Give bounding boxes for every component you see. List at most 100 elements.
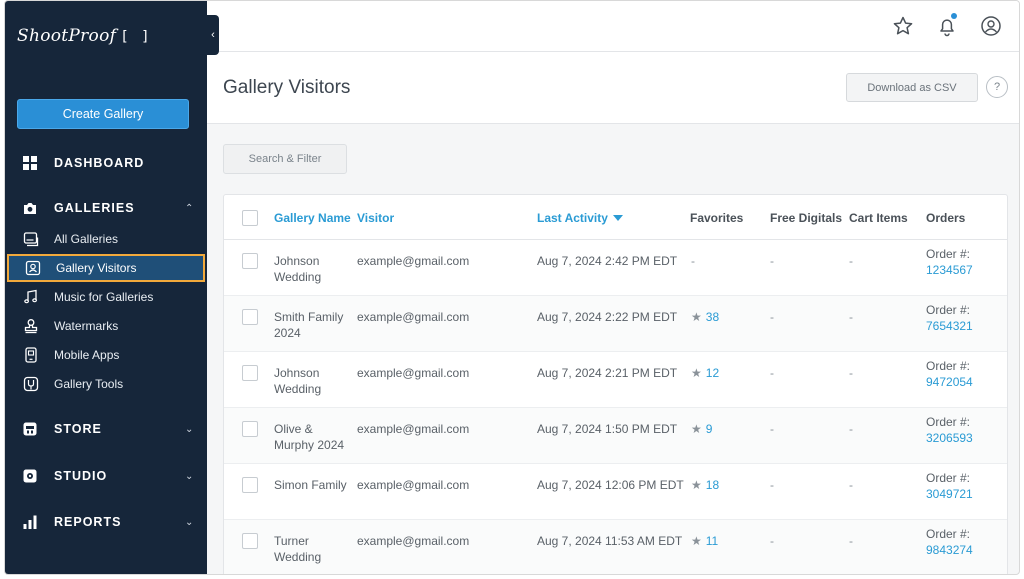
free-digitals-cell: - — [770, 310, 774, 324]
sidebar-item-watermarks[interactable]: Watermarks — [5, 312, 207, 340]
order-number-link[interactable]: 9843274 — [926, 542, 973, 558]
visitors-table: Gallery Name Visitor Last Activity Favor… — [223, 194, 1008, 574]
cart-items-cell: - — [849, 422, 853, 436]
nav-section-store[interactable]: STORE ⌄ — [5, 415, 207, 443]
row-checkbox[interactable] — [242, 533, 258, 549]
cart-items-cell: - — [849, 366, 853, 380]
star-icon: ★ — [691, 534, 702, 548]
order-label: Order #: — [926, 527, 971, 541]
nav-section-studio[interactable]: STUDIO ⌄ — [5, 462, 207, 490]
gallery-name-cell[interactable]: Smith Family 2024 — [274, 309, 350, 341]
gallery-stack-icon — [23, 232, 39, 247]
account-avatar-icon[interactable] — [980, 15, 1002, 37]
gallery-name-cell[interactable]: Johnson Wedding — [274, 365, 350, 397]
nav-section-dashboard[interactable]: DASHBOARD — [5, 149, 207, 177]
order-cell: Order #: 9472054 — [926, 358, 973, 390]
order-label: Order #: — [926, 359, 971, 373]
mobile-phone-icon — [25, 347, 37, 363]
app-frame: ShootProof[ ] Create Gallery DASHBOARD G… — [4, 0, 1020, 575]
bar-chart-icon — [23, 515, 37, 529]
music-note-icon — [24, 289, 38, 304]
table-row[interactable]: Olive & Murphy 2024 example@gmail.com Au… — [224, 408, 1007, 464]
order-cell: Order #: 9843274 — [926, 526, 973, 558]
order-number-link[interactable]: 9472054 — [926, 374, 973, 390]
star-icon[interactable] — [892, 15, 914, 37]
column-visitor[interactable]: Visitor — [357, 211, 394, 225]
collapse-sidebar-button[interactable]: ‹ — [207, 15, 219, 55]
order-number-link[interactable]: 3049721 — [926, 486, 973, 502]
column-last-activity[interactable]: Last Activity — [537, 211, 623, 225]
gallery-name-cell[interactable]: Turner Wedding — [274, 533, 350, 565]
favorites-cell[interactable]: ★ 9 — [691, 421, 712, 437]
help-button[interactable]: ? — [986, 76, 1008, 98]
stamp-icon — [24, 319, 38, 334]
column-cart-items: Cart Items — [849, 211, 908, 225]
column-favorites: Favorites — [690, 211, 744, 225]
last-activity-cell: Aug 7, 2024 2:21 PM EDT — [537, 366, 678, 380]
row-checkbox[interactable] — [242, 477, 258, 493]
sidebar-item-all-galleries[interactable]: All Galleries — [5, 225, 207, 253]
page-title: Gallery Visitors — [223, 77, 351, 98]
select-all-checkbox[interactable] — [242, 210, 258, 226]
star-icon: ★ — [691, 422, 702, 436]
table-row[interactable]: Simon Family example@gmail.com Aug 7, 20… — [224, 464, 1007, 520]
order-number-link[interactable]: 3206593 — [926, 430, 973, 446]
favorites-cell[interactable]: ★ 11 — [691, 533, 718, 549]
gallery-name-cell[interactable]: Simon Family — [274, 477, 350, 493]
row-checkbox[interactable] — [242, 253, 258, 269]
order-number-link[interactable]: 1234567 — [926, 262, 973, 278]
visitor-card-icon — [25, 260, 41, 276]
favorites-count: 38 — [705, 310, 720, 324]
nav-section-reports[interactable]: REPORTS ⌄ — [5, 508, 207, 536]
visitor-email-cell: example@gmail.com — [357, 534, 470, 548]
nav-section-label: STORE — [54, 422, 102, 436]
favorites-cell[interactable]: ★ 18 — [691, 477, 719, 493]
row-checkbox[interactable] — [242, 365, 258, 381]
favorites-cell[interactable]: ★ 38 — [691, 309, 719, 325]
table-row[interactable]: Johnson Wedding example@gmail.com Aug 7,… — [224, 352, 1007, 408]
chevron-down-icon[interactable]: ⌄ — [185, 517, 193, 528]
gallery-name-cell[interactable]: Johnson Wedding — [274, 253, 350, 285]
order-cell: Order #: 7654321 — [926, 302, 973, 334]
sidebar-item-gallery-visitors[interactable]: Gallery Visitors — [7, 254, 205, 282]
column-free-digitals: Free Digitals — [770, 211, 843, 225]
sidebar-item-music-for-galleries[interactable]: Music for Galleries — [5, 283, 207, 311]
free-digitals-cell: - — [770, 254, 774, 268]
free-digitals-cell: - — [770, 366, 774, 380]
free-digitals-cell: - — [770, 534, 774, 548]
download-csv-button[interactable]: Download as CSV — [846, 73, 978, 102]
order-number-link[interactable]: 7654321 — [926, 318, 973, 334]
visitor-email-cell: example@gmail.com — [357, 254, 470, 268]
sidebar-item-gallery-tools[interactable]: Gallery Tools — [5, 370, 207, 398]
sidebar-item-label: Mobile Apps — [54, 348, 120, 362]
search-filter-button[interactable]: Search & Filter — [223, 144, 347, 174]
table-row[interactable]: Turner Wedding example@gmail.com Aug 7, … — [224, 520, 1007, 574]
table-row[interactable]: Smith Family 2024 example@gmail.com Aug … — [224, 296, 1007, 352]
order-cell: Order #: 3049721 — [926, 470, 973, 502]
brand-logo[interactable]: ShootProof[ ] — [17, 26, 152, 46]
studio-icon — [23, 469, 37, 483]
chevron-down-icon[interactable]: ⌄ — [185, 471, 193, 482]
chevron-up-icon[interactable]: ⌃ — [185, 203, 193, 214]
free-digitals-cell: - — [770, 422, 774, 436]
last-activity-cell: Aug 7, 2024 11:53 AM EDT — [537, 534, 683, 548]
sidebar-item-mobile-apps[interactable]: Mobile Apps — [5, 341, 207, 369]
create-gallery-button[interactable]: Create Gallery — [17, 99, 189, 129]
row-checkbox[interactable] — [242, 421, 258, 437]
table-row[interactable]: Johnson Wedding example@gmail.com Aug 7,… — [224, 240, 1007, 296]
row-checkbox[interactable] — [242, 309, 258, 325]
chevron-down-icon[interactable]: ⌄ — [185, 424, 193, 435]
cart-items-cell: - — [849, 478, 853, 492]
sort-desc-icon — [612, 215, 623, 221]
nav-section-label: STUDIO — [54, 469, 108, 483]
logo-brackets: [ ] — [120, 29, 152, 45]
nav-section-galleries[interactable]: GALLERIES ⌃ — [5, 194, 207, 222]
column-gallery-name[interactable]: Gallery Name — [274, 211, 351, 225]
favorites-count: 11 — [705, 534, 719, 548]
star-icon: ★ — [691, 478, 702, 492]
cart-items-cell: - — [849, 254, 853, 268]
camera-icon — [24, 203, 36, 214]
favorites-cell[interactable]: ★ 12 — [691, 365, 719, 381]
visitor-email-cell: example@gmail.com — [357, 310, 470, 324]
gallery-name-cell[interactable]: Olive & Murphy 2024 — [274, 421, 350, 453]
